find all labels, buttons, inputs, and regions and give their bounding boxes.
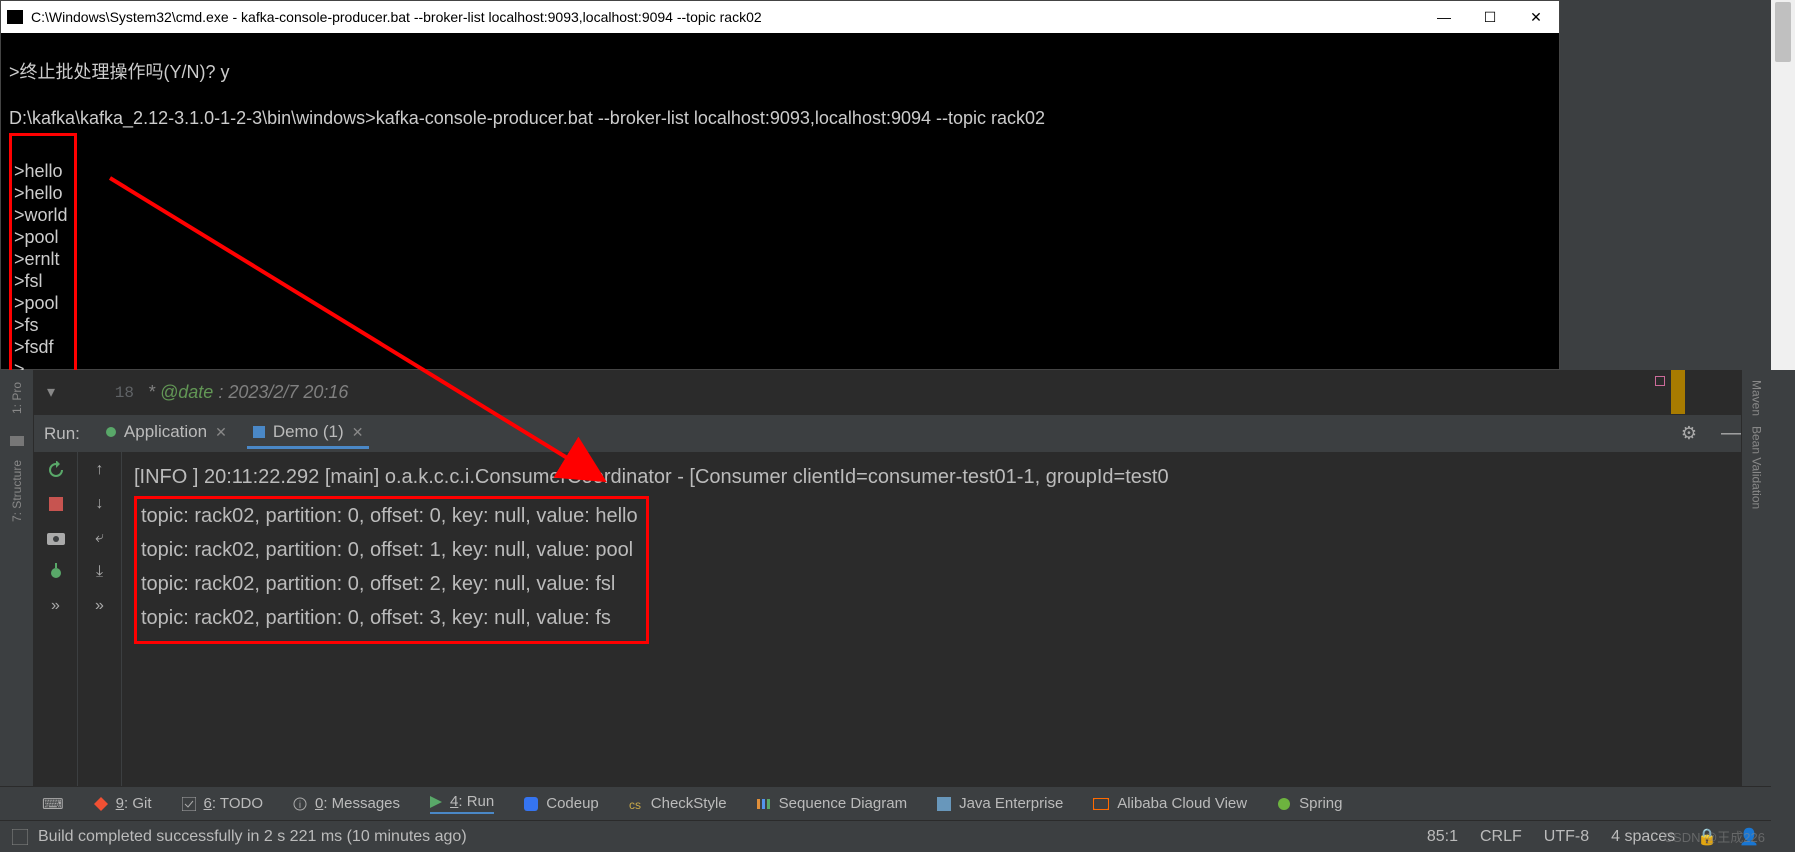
ide-leftbar: 1: Pro 7: Structure lorer	[0, 370, 34, 852]
up-icon[interactable]: ↑	[90, 460, 110, 480]
label: Sequence Diagram	[779, 795, 907, 812]
cmd-input: >fsdf	[14, 337, 54, 357]
highlight-box: topic: rack02, partition: 0, offset: 0, …	[134, 496, 649, 644]
scrollbar-thumb[interactable]	[1775, 2, 1791, 62]
svg-text:cs: cs	[629, 798, 641, 811]
terminal-icon[interactable]: ⌨	[42, 795, 64, 813]
cmd-title: C:\Windows\System32\cmd.exe - kafka-cons…	[31, 9, 1421, 25]
cmd-line: >终止批处理操作吗(Y/N)? y	[9, 62, 230, 82]
cmd-input: >pool	[14, 227, 59, 247]
cmd-titlebar[interactable]: C:\Windows\System32\cmd.exe - kafka-cons…	[1, 1, 1559, 33]
label: Java Enterprise	[959, 795, 1063, 812]
run-title: Run:	[44, 424, 80, 444]
sidebar-item-structure[interactable]: 7: Structure	[10, 460, 24, 522]
tool-run[interactable]: 4: Run	[430, 793, 494, 814]
log-line: topic: rack02, partition: 0, offset: 1, …	[141, 533, 638, 567]
editor-area[interactable]: ▾ 18 * @date : 2023/2/7 20:16	[34, 370, 1741, 414]
ide-rightbar: Maven Bean Validation	[1741, 370, 1771, 852]
log-line: topic: rack02, partition: 0, offset: 2, …	[141, 567, 638, 601]
cmd-input: >fsl	[14, 271, 43, 291]
sidebar-item-bean[interactable]: Bean Validation	[1750, 426, 1764, 509]
cmd-input: >ernlt	[14, 249, 60, 269]
cmd-input: >world	[14, 205, 68, 225]
bottom-tools: ⌨ 99: Git: Git 6: TODO i0: Messages 4: R…	[0, 786, 1771, 820]
indent[interactable]: 4 spaces	[1611, 828, 1675, 846]
gear-icon[interactable]: ⚙	[1681, 423, 1697, 444]
hide-icon[interactable]: —	[1721, 422, 1741, 445]
tool-todo[interactable]: 6: TODO	[182, 795, 263, 812]
inspect-icon[interactable]: 👤	[1739, 827, 1759, 847]
cmd-body[interactable]: >终止批处理操作吗(Y/N)? y D:\kafka\kafka_2.12-3.…	[1, 33, 1559, 417]
encoding[interactable]: UTF-8	[1544, 828, 1589, 846]
status-bar: Build completed successfully in 2 s 221 …	[0, 820, 1771, 852]
tool-javaee[interactable]: Java Enterprise	[937, 795, 1063, 812]
tab-demo[interactable]: Demo (1) ✕	[247, 418, 370, 449]
tool-codeup[interactable]: Codeup	[524, 795, 599, 812]
down-icon[interactable]: ↓	[90, 494, 110, 514]
tool-alibaba[interactable]: Alibaba Cloud View	[1093, 795, 1247, 812]
tool-spring[interactable]: Spring	[1277, 795, 1342, 812]
line-sep[interactable]: CRLF	[1480, 828, 1522, 846]
cmd-input: >hello	[14, 161, 63, 181]
camera-icon[interactable]	[46, 528, 66, 548]
rerun-icon[interactable]	[46, 460, 66, 480]
cmd-input: >hello	[14, 183, 63, 203]
collapse-icon[interactable]: ▾	[34, 372, 68, 402]
tool-checkstyle[interactable]: cs CheckStyle	[629, 795, 727, 812]
code-prefix: *	[148, 382, 160, 402]
status-message: Build completed successfully in 2 s 221 …	[12, 828, 1427, 846]
ide-window: 1: Pro 7: Structure lorer Maven Bean Val…	[0, 370, 1795, 852]
log-line: topic: rack02, partition: 0, offset: 3, …	[141, 601, 638, 635]
code-line: * @date : 2023/2/7 20:16	[148, 372, 348, 404]
label: Alibaba Cloud View	[1117, 795, 1247, 812]
maximize-button[interactable]: ☐	[1467, 1, 1513, 33]
cmd-window: C:\Windows\System32\cmd.exe - kafka-cons…	[0, 0, 1560, 370]
status-text: Build completed successfully in 2 s 221 …	[38, 828, 467, 846]
bug-icon[interactable]	[46, 562, 66, 582]
label: Codeup	[546, 795, 599, 812]
log-line: topic: rack02, partition: 0, offset: 0, …	[141, 499, 638, 533]
cmd-icon	[7, 10, 23, 24]
change-marker	[1671, 370, 1685, 414]
code-tag: @date	[160, 382, 213, 402]
svg-text:i: i	[299, 800, 301, 811]
tool-sequence[interactable]: Sequence Diagram	[757, 795, 907, 812]
stop-icon[interactable]	[46, 494, 66, 514]
run-square-icon	[253, 426, 265, 438]
more-icon[interactable]: »	[90, 596, 110, 616]
lock-icon[interactable]: 🔒	[1697, 827, 1717, 847]
code-rest: : 2023/2/7 20:16	[213, 382, 348, 402]
scroll-end-icon[interactable]: ⤓	[90, 562, 110, 582]
minimize-button[interactable]: —	[1421, 1, 1467, 33]
line-number: 18	[68, 372, 148, 402]
tool-git[interactable]: 99: Git: Git	[94, 795, 152, 812]
run-dot-icon	[106, 427, 116, 437]
wrap-icon[interactable]: ⤶	[90, 528, 110, 548]
more-icon[interactable]: »	[46, 596, 66, 616]
close-icon[interactable]: ✕	[215, 424, 227, 441]
cmd-line: D:\kafka\kafka_2.12-3.1.0-1-2-3\bin\wind…	[9, 108, 1045, 128]
cmd-input: >fs	[14, 315, 39, 335]
run-header: Run: Application ✕ Demo (1) ✕ ⚙ —	[34, 414, 1741, 452]
cmd-input-block: >hello >hello >world >pool >ernlt >fsl >…	[9, 133, 77, 389]
cmd-input: >pool	[14, 293, 59, 313]
sidebar-item-maven[interactable]: Maven	[1750, 380, 1764, 416]
sidebar-item-project[interactable]: 1: Pro	[10, 382, 24, 414]
caret-pos[interactable]: 85:1	[1427, 828, 1458, 846]
label: Spring	[1299, 795, 1342, 812]
close-icon[interactable]: ✕	[352, 424, 364, 441]
log-line: [INFO ] 20:11:22.292 [main] o.a.k.c.c.i.…	[134, 460, 1729, 494]
tab-label: Demo (1)	[273, 422, 344, 442]
error-marker	[1655, 376, 1665, 386]
tab-application[interactable]: Application ✕	[100, 418, 233, 449]
close-button[interactable]: ✕	[1513, 1, 1559, 33]
label: CheckStyle	[651, 795, 727, 812]
status-icon	[12, 829, 28, 845]
tool-messages[interactable]: i0: Messages	[293, 795, 400, 812]
folder-icon[interactable]	[9, 432, 25, 448]
tab-label: Application	[124, 422, 207, 442]
